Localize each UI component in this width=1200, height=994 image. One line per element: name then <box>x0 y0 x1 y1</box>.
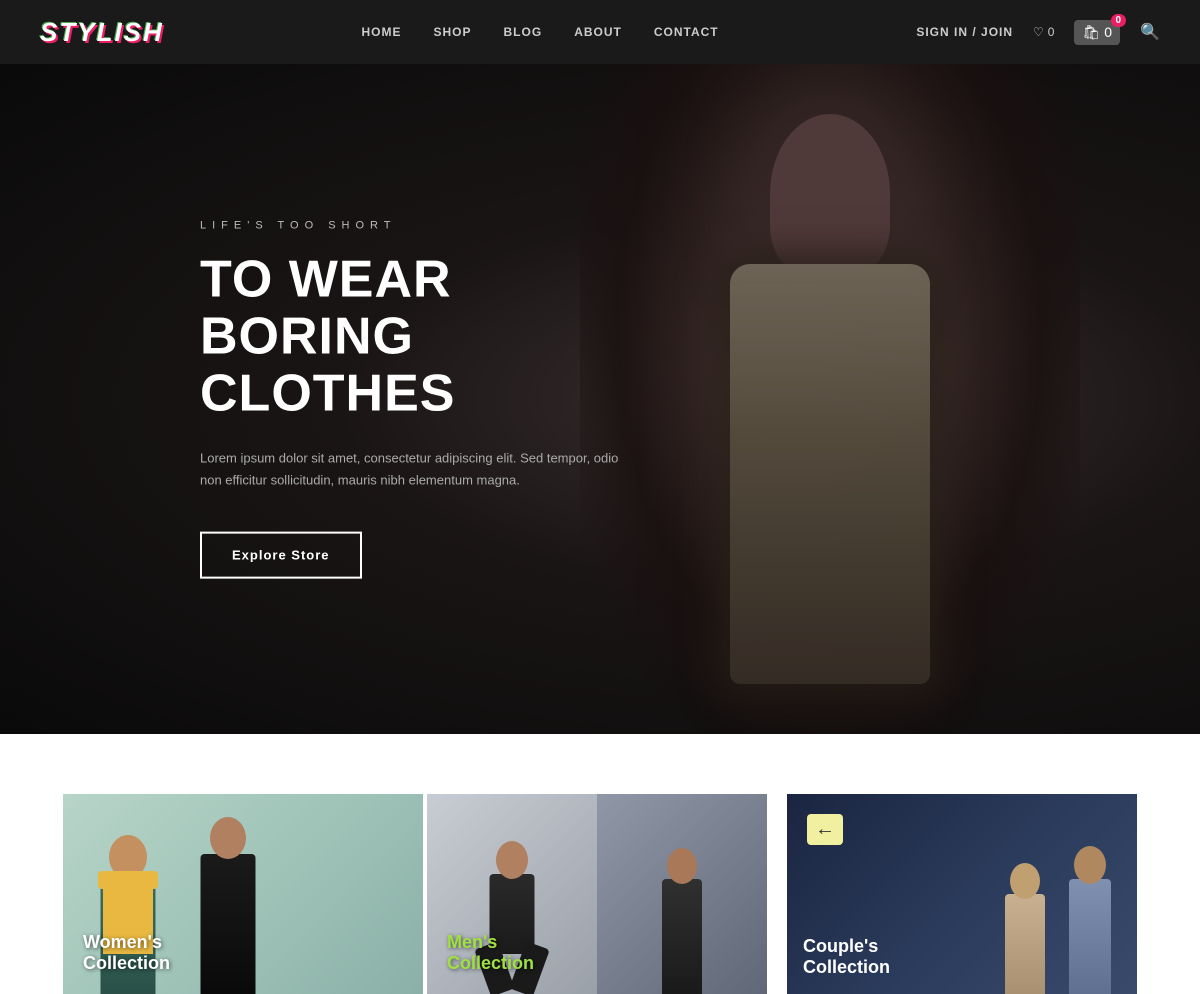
mens-collection-card[interactable]: Men's Collection <box>427 794 767 994</box>
nav-link-blog[interactable]: BLOG <box>504 25 543 39</box>
mens-standing-figure <box>657 844 707 994</box>
womens-collection-card[interactable]: Women's Collection <box>63 794 423 994</box>
couples-collection-card[interactable]: ← Couple's Collection <box>787 794 1137 994</box>
search-icon: 🔍 <box>1140 24 1160 41</box>
nav-link-home[interactable]: HOME <box>362 25 402 39</box>
mens-right-panel <box>597 794 767 994</box>
nav-item-blog[interactable]: BLOG <box>504 23 543 41</box>
couple-figures <box>997 849 1117 994</box>
mens-sublabel-text: Collection <box>447 953 534 974</box>
explore-store-button[interactable]: Explore Store <box>200 531 362 578</box>
couples-label-text: Couple's <box>803 936 890 957</box>
womens-sublabel-text: Collection <box>83 953 170 974</box>
nav-link-contact[interactable]: CONTACT <box>654 25 719 39</box>
heart-icon: ♡ <box>1033 25 1044 39</box>
hero-section: LIFE'S TOO SHORT TO WEAR BORING CLOTHES … <box>0 64 1200 734</box>
brand-logo[interactable]: STYLISH <box>40 17 164 48</box>
couples-label: Couple's Collection <box>803 936 890 978</box>
hero-title: TO WEAR BORING CLOTHES <box>200 252 620 424</box>
search-button[interactable]: 🔍 <box>1140 22 1160 42</box>
nav-item-contact[interactable]: CONTACT <box>654 23 719 41</box>
man-figure <box>183 824 273 994</box>
hero-title-line1: TO WEAR BORING <box>200 251 452 366</box>
nav-item-home[interactable]: HOME <box>362 23 402 41</box>
cart-button[interactable]: 🛍 0 0 <box>1074 20 1120 45</box>
navbar: STYLISH HOME SHOP BLOG ABOUT CONTACT SIG… <box>0 0 1200 64</box>
wishlist-count: 0 <box>1048 25 1055 39</box>
couple-figure-2 <box>1062 849 1117 994</box>
nav-link-about[interactable]: ABOUT <box>574 25 622 39</box>
cart-icon: 🛍 <box>1082 24 1100 41</box>
arrow-sign: ← <box>807 814 843 845</box>
hero-subtitle: LIFE'S TOO SHORT <box>200 220 620 232</box>
hero-description: Lorem ipsum dolor sit amet, consectetur … <box>200 447 620 491</box>
wishlist-button[interactable]: ♡ 0 <box>1033 25 1054 39</box>
couple-figure-1 <box>997 864 1052 994</box>
mens-label: Men's Collection <box>447 932 534 974</box>
collections-section: Women's Collection Men's Collection <box>0 734 1200 994</box>
sign-in-button[interactable]: SIGN IN / JOIN <box>916 25 1013 39</box>
nav-item-shop[interactable]: SHOP <box>434 23 472 41</box>
nav-link-shop[interactable]: SHOP <box>434 25 472 39</box>
mens-label-text: Men's <box>447 932 534 953</box>
womens-label-text: Women's <box>83 932 170 953</box>
nav-item-about[interactable]: ABOUT <box>574 23 622 41</box>
hero-model-figure <box>580 64 1080 734</box>
cart-badge: 0 <box>1111 14 1127 27</box>
navbar-right: SIGN IN / JOIN ♡ 0 🛍 0 0 🔍 <box>916 20 1160 45</box>
womens-label: Women's Collection <box>83 932 170 974</box>
nav-links: HOME SHOP BLOG ABOUT CONTACT <box>362 23 719 41</box>
hero-title-line2: CLOTHES <box>200 365 455 423</box>
hero-content: LIFE'S TOO SHORT TO WEAR BORING CLOTHES … <box>200 220 620 579</box>
couples-sublabel-text: Collection <box>803 957 890 978</box>
cart-count: 0 <box>1104 24 1112 40</box>
